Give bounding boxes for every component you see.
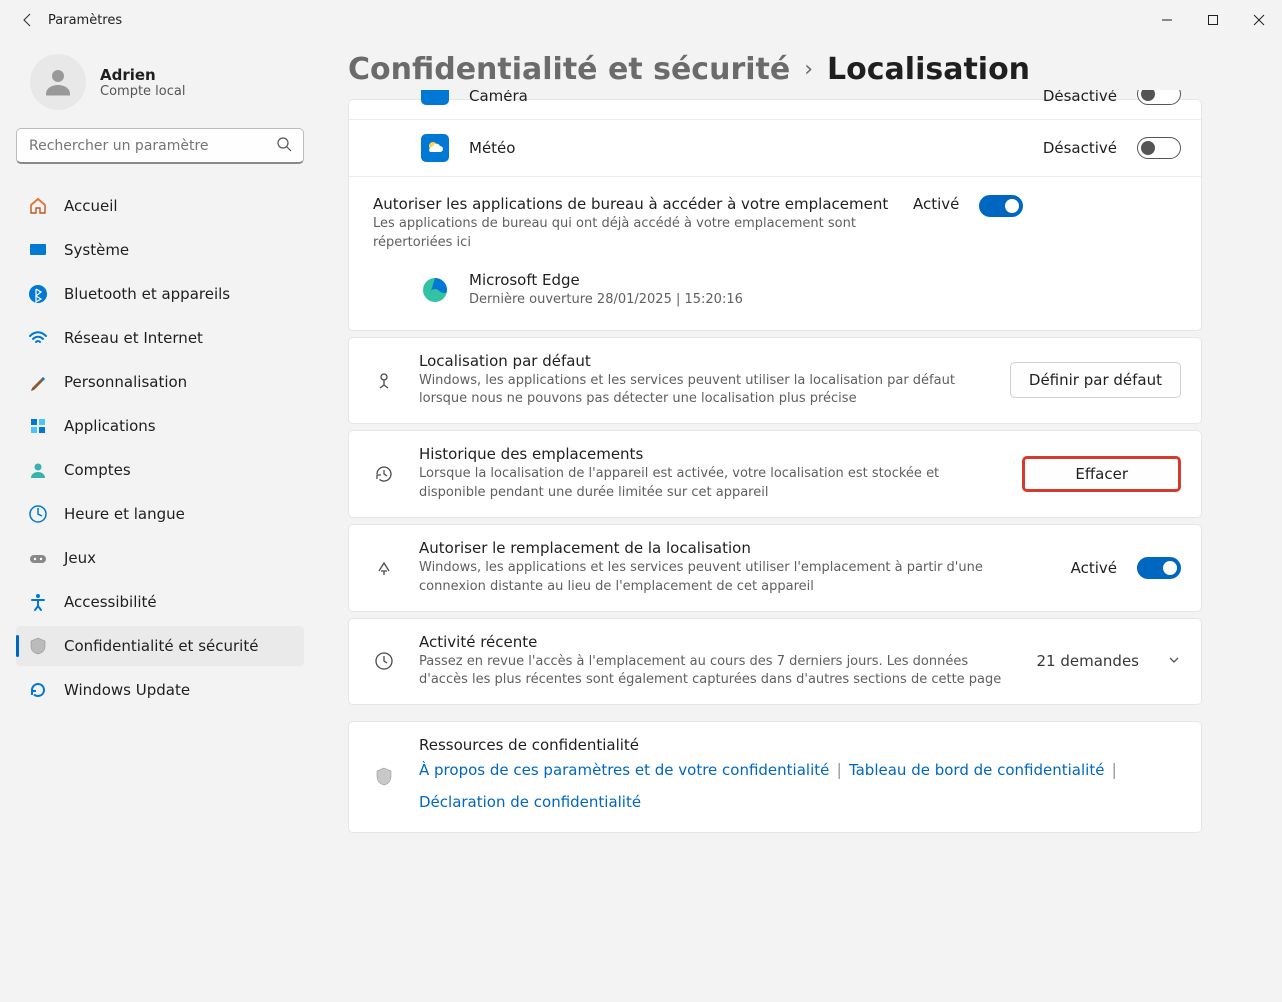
update-icon bbox=[28, 680, 48, 700]
toggle-state: Activé bbox=[1071, 559, 1117, 577]
nav-label: Accessibilité bbox=[64, 593, 157, 611]
weather-location-toggle[interactable] bbox=[1137, 137, 1181, 159]
location-override-icon bbox=[369, 557, 399, 579]
nav-bluetooth[interactable]: Bluetooth et appareils bbox=[16, 274, 304, 314]
home-icon bbox=[28, 196, 48, 216]
setting-subtitle: Les applications de bureau qui ont déjà … bbox=[373, 215, 893, 253]
nav-label: Accueil bbox=[64, 197, 118, 215]
avatar-icon bbox=[30, 54, 86, 110]
edge-app-icon bbox=[421, 276, 449, 304]
back-button[interactable] bbox=[8, 0, 48, 40]
nav-label: Bluetooth et appareils bbox=[64, 285, 230, 303]
nav-home[interactable]: Accueil bbox=[16, 186, 304, 226]
nav-system[interactable]: Système bbox=[16, 230, 304, 270]
nav-label: Heure et langue bbox=[64, 505, 185, 523]
toggle-state: Désactivé bbox=[1043, 139, 1117, 157]
app-name: Microsoft Edge bbox=[469, 271, 1181, 289]
close-button[interactable] bbox=[1236, 0, 1282, 40]
minimize-button[interactable] bbox=[1144, 0, 1190, 40]
brush-icon bbox=[28, 372, 48, 392]
nav-label: Applications bbox=[64, 417, 156, 435]
desktop-apps-location-toggle[interactable] bbox=[979, 195, 1023, 217]
nav-label: Personnalisation bbox=[64, 373, 187, 391]
chevron-right-icon: › bbox=[804, 57, 813, 82]
setting-subtitle: Windows, les applications et les service… bbox=[419, 372, 990, 410]
privacy-settings-link[interactable]: À propos de ces paramètres et de votre c… bbox=[419, 761, 829, 779]
nav-apps[interactable]: Applications bbox=[16, 406, 304, 446]
app-name: Caméra bbox=[469, 90, 1023, 105]
wifi-icon bbox=[28, 328, 48, 348]
nav-privacy-security[interactable]: Confidentialité et sécurité bbox=[16, 626, 304, 666]
app-name: Météo bbox=[469, 139, 1023, 157]
shield-icon bbox=[369, 766, 399, 788]
nav-label: Jeux bbox=[64, 549, 96, 567]
search-icon bbox=[276, 136, 292, 156]
set-default-location-button[interactable]: Définir par défaut bbox=[1010, 362, 1181, 398]
toggle-state: Désactivé bbox=[1043, 90, 1117, 105]
gamepad-icon bbox=[28, 548, 48, 568]
setting-title: Autoriser le remplacement de la localisa… bbox=[419, 539, 1051, 557]
privacy-statement-link[interactable]: Déclaration de confidentialité bbox=[419, 793, 641, 811]
accounts-icon bbox=[28, 460, 48, 480]
location-pin-icon bbox=[369, 369, 399, 391]
nav-time-language[interactable]: Heure et langue bbox=[16, 494, 304, 534]
window-title: Paramètres bbox=[48, 13, 122, 28]
weather-app-icon bbox=[421, 134, 449, 162]
nav-gaming[interactable]: Jeux bbox=[16, 538, 304, 578]
clock-globe-icon bbox=[28, 504, 48, 524]
privacy-dashboard-link[interactable]: Tableau de bord de confidentialité bbox=[849, 761, 1105, 779]
nav-accounts[interactable]: Comptes bbox=[16, 450, 304, 490]
location-override-toggle[interactable] bbox=[1137, 557, 1181, 579]
nav-accessibility[interactable]: Accessibilité bbox=[16, 582, 304, 622]
nav-label: Comptes bbox=[64, 461, 131, 479]
page-title: Localisation bbox=[827, 52, 1030, 87]
clear-history-button[interactable]: Effacer bbox=[1022, 456, 1181, 492]
breadcrumb-parent[interactable]: Confidentialité et sécurité bbox=[348, 52, 790, 87]
history-icon bbox=[369, 463, 399, 485]
breadcrumb: Confidentialité et sécurité › Localisati… bbox=[348, 52, 1202, 87]
setting-subtitle: Passez en revue l'accès à l'emplacement … bbox=[419, 653, 1017, 691]
setting-title: Historique des emplacements bbox=[419, 445, 1002, 463]
setting-subtitle: Windows, les applications et les service… bbox=[419, 559, 1051, 597]
bluetooth-icon bbox=[28, 284, 48, 304]
camera-app-icon bbox=[421, 90, 449, 105]
maximize-button[interactable] bbox=[1190, 0, 1236, 40]
nav-label: Windows Update bbox=[64, 681, 190, 699]
nav-label: Confidentialité et sécurité bbox=[64, 637, 258, 655]
shield-icon bbox=[28, 636, 48, 656]
setting-title: Autoriser les applications de bureau à a… bbox=[373, 195, 893, 213]
apps-icon bbox=[28, 416, 48, 436]
account-type: Compte local bbox=[100, 84, 185, 99]
nav-windows-update[interactable]: Windows Update bbox=[16, 670, 304, 710]
chevron-down-icon bbox=[1167, 652, 1181, 671]
clock-icon bbox=[369, 650, 399, 672]
user-name: Adrien bbox=[100, 66, 185, 84]
setting-title: Localisation par défaut bbox=[419, 352, 990, 370]
camera-location-toggle[interactable] bbox=[1137, 90, 1181, 105]
app-detail: Dernière ouverture 28/01/2025 | 15:20:16 bbox=[469, 291, 1181, 310]
user-profile[interactable]: Adrien Compte local bbox=[30, 54, 304, 110]
setting-title: Activité récente bbox=[419, 633, 1017, 651]
nav-personalization[interactable]: Personnalisation bbox=[16, 362, 304, 402]
request-count: 21 demandes bbox=[1037, 652, 1139, 670]
section-title: Ressources de confidentialité bbox=[419, 736, 1181, 754]
setting-subtitle: Lorsque la localisation de l'appareil es… bbox=[419, 465, 1002, 503]
search-input[interactable] bbox=[16, 128, 304, 164]
nav-label: Système bbox=[64, 241, 129, 259]
nav-label: Réseau et Internet bbox=[64, 329, 203, 347]
system-icon bbox=[28, 240, 48, 260]
accessibility-icon bbox=[28, 592, 48, 612]
recent-activity-expander[interactable]: Activité récente Passez en revue l'accès… bbox=[349, 619, 1201, 705]
nav-network[interactable]: Réseau et Internet bbox=[16, 318, 304, 358]
toggle-state: Activé bbox=[913, 195, 959, 213]
